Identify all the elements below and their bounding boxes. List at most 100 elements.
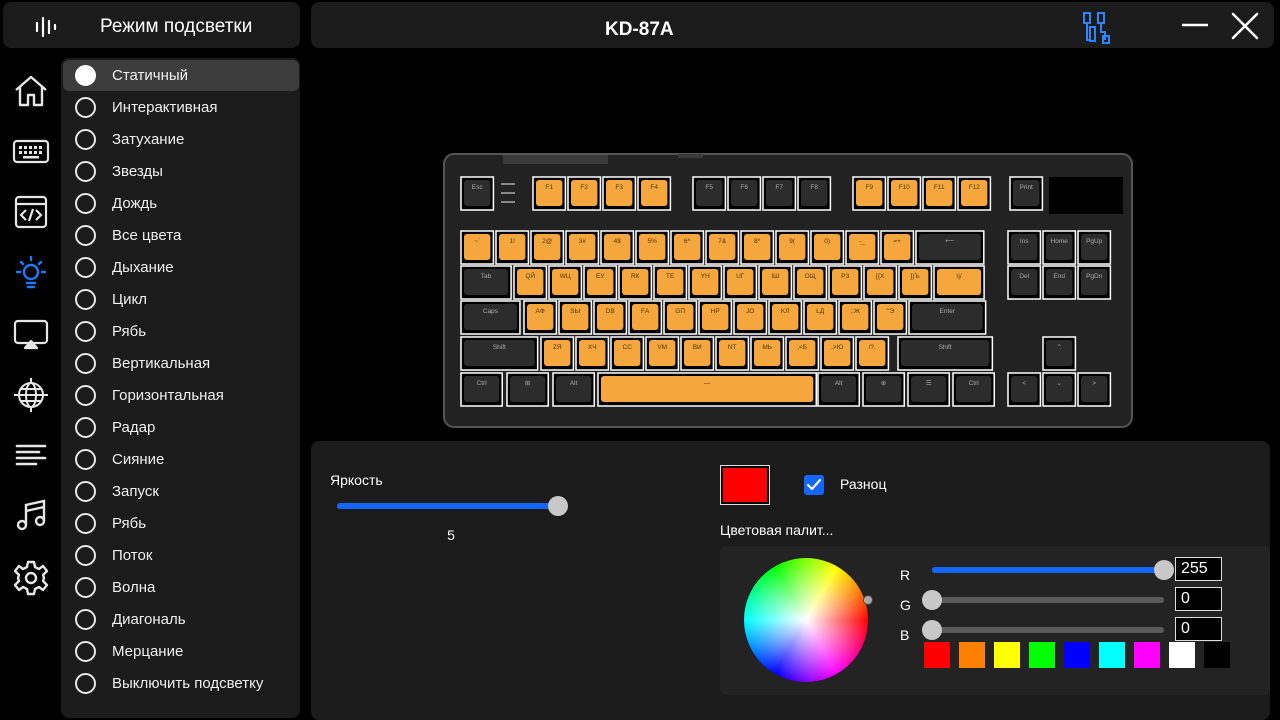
keycap[interactable]: Caps [460, 300, 521, 335]
current-color-swatch[interactable] [720, 465, 770, 505]
keycap[interactable]: RК [618, 265, 653, 300]
keycap[interactable]: JО [733, 300, 768, 335]
mode-radio[interactable] [75, 289, 96, 310]
mode-radio[interactable] [75, 609, 96, 630]
green-slider[interactable] [922, 590, 1164, 610]
keycap[interactable]: End [1042, 265, 1077, 300]
mode-item[interactable]: Волна [63, 572, 299, 603]
mode-radio[interactable] [75, 513, 96, 534]
keycap[interactable]: DВ [593, 300, 628, 335]
blue-slider-thumb[interactable] [922, 620, 942, 640]
mode-item[interactable]: Затухание [63, 124, 299, 155]
keycap[interactable]: F10 [887, 176, 922, 211]
text-lines-icon[interactable] [12, 436, 50, 474]
keycap[interactable]: -_ [845, 230, 880, 265]
keycap[interactable]: VМ [645, 336, 680, 371]
red-value-input[interactable] [1175, 557, 1222, 581]
preset-color-swatch[interactable] [959, 642, 985, 668]
keycap[interactable]: 3# [565, 230, 600, 265]
keycap[interactable]: ⌄ [1042, 372, 1077, 407]
keycap[interactable]: TЕ [653, 265, 688, 300]
keycap[interactable]: 0) [810, 230, 845, 265]
keycap[interactable]: XЧ [575, 336, 610, 371]
mode-item[interactable]: Диагональ [63, 604, 299, 635]
mode-radio[interactable] [75, 353, 96, 374]
keycap[interactable]: F9 [852, 176, 887, 211]
keycap[interactable]: F11 [922, 176, 957, 211]
preset-color-swatch[interactable] [994, 642, 1020, 668]
keycap[interactable]: 4$ [600, 230, 635, 265]
keycap[interactable]: 6^ [670, 230, 705, 265]
keycap[interactable]: IШ [758, 265, 793, 300]
keycap[interactable]: Shift [897, 336, 994, 371]
mode-radio[interactable] [75, 161, 96, 182]
blue-slider[interactable] [922, 620, 1164, 640]
preset-color-swatch[interactable] [1169, 642, 1195, 668]
keycap[interactable]: OЩ [793, 265, 828, 300]
keycap[interactable]: NТ [715, 336, 750, 371]
mode-radio[interactable] [75, 97, 96, 118]
keycap[interactable]: F8 [797, 176, 832, 211]
keycap[interactable]: [{Х [863, 265, 898, 300]
keycap[interactable]: F1 [532, 176, 567, 211]
mode-radio[interactable] [75, 641, 96, 662]
mode-item[interactable]: Рябь [63, 316, 299, 347]
keycap[interactable]: F6 [727, 176, 762, 211]
mode-item[interactable]: Сияние [63, 444, 299, 475]
keycap[interactable]: < [1007, 372, 1042, 407]
preset-color-swatch[interactable] [1134, 642, 1160, 668]
close-icon[interactable] [1229, 10, 1261, 42]
macro-code-icon[interactable] [12, 193, 50, 231]
keycap[interactable]: — [597, 372, 817, 407]
keycap[interactable]: ]}Ъ [898, 265, 933, 300]
keycap[interactable]: /?. [855, 336, 890, 371]
green-value-input[interactable] [1175, 587, 1222, 611]
keycap[interactable]: 5% [635, 230, 670, 265]
mode-radio[interactable] [75, 673, 96, 694]
color-wheel-marker[interactable] [863, 595, 873, 605]
keycap[interactable]: F3 [602, 176, 637, 211]
preset-color-swatch[interactable] [924, 642, 950, 668]
mode-item[interactable]: Рябь [63, 508, 299, 539]
keycap[interactable]: 7& [705, 230, 740, 265]
keycap[interactable]: Home [1042, 230, 1077, 265]
mode-radio[interactable] [75, 321, 96, 342]
blue-value-input[interactable] [1175, 617, 1222, 641]
keycap[interactable]: Ctrl [460, 372, 503, 407]
brightness-slider[interactable] [337, 496, 568, 516]
keycap[interactable]: AФ [523, 300, 558, 335]
keycap[interactable]: 1! [495, 230, 530, 265]
mode-item[interactable]: Звезды [63, 156, 299, 187]
keycap[interactable]: F4 [637, 176, 672, 211]
preset-color-swatch[interactable] [1099, 642, 1125, 668]
screen-sync-icon[interactable] [12, 315, 50, 353]
keycap[interactable]: F2 [567, 176, 602, 211]
mode-radio[interactable] [75, 545, 96, 566]
keycap[interactable]: ZЯ [540, 336, 575, 371]
keycap[interactable]: WЦ [548, 265, 583, 300]
keycap[interactable]: ⟵ [915, 230, 985, 265]
keycap[interactable]: ⌃ [1042, 336, 1077, 371]
keycap[interactable]: CС [610, 336, 645, 371]
keycap[interactable]: Ins [1007, 230, 1042, 265]
preset-color-swatch[interactable] [1029, 642, 1055, 668]
keycap[interactable]: .>Ю [820, 336, 855, 371]
keycap[interactable]: Alt [552, 372, 595, 407]
mode-radio[interactable] [75, 481, 96, 502]
music-icon[interactable] [12, 497, 50, 535]
keycap[interactable]: GП [663, 300, 698, 335]
mode-radio[interactable] [75, 385, 96, 406]
keycap[interactable]: ☰ [907, 372, 950, 407]
keycap[interactable]: Alt [817, 372, 860, 407]
mode-item[interactable]: Поток [63, 540, 299, 571]
green-slider-thumb[interactable] [922, 590, 942, 610]
keycap[interactable]: PgDn [1077, 265, 1112, 300]
usb-connection-icon[interactable] [1081, 10, 1111, 44]
keycap[interactable]: EУ [583, 265, 618, 300]
mode-radio[interactable] [75, 193, 96, 214]
keycap[interactable]: HР [698, 300, 733, 335]
keycap[interactable]: F5 [692, 176, 727, 211]
keycap[interactable]: Esc [460, 176, 495, 211]
mode-radio[interactable] [75, 449, 96, 470]
keycap[interactable]: '"Э [873, 300, 908, 335]
